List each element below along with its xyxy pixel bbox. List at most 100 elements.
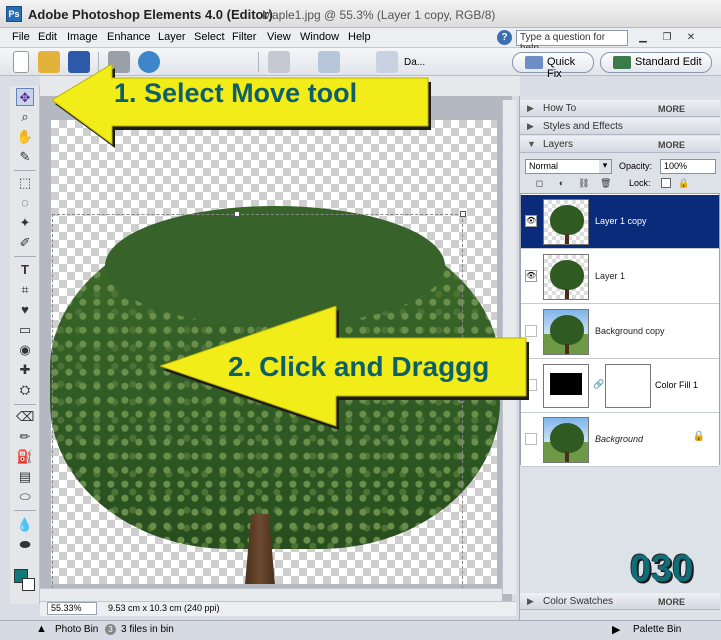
expand-arrow-icon[interactable]: ▶ bbox=[527, 121, 534, 132]
cookie-cutter-tool-icon[interactable]: ♥ bbox=[16, 301, 34, 319]
eyedropper-tool-icon[interactable]: ✎ bbox=[16, 148, 34, 166]
brush-tool-icon[interactable]: ✏ bbox=[16, 428, 34, 446]
tree-thumbnail-trunk bbox=[565, 289, 569, 299]
lock-label: Lock: bbox=[629, 178, 651, 188]
sponge-tool-icon[interactable]: ⬬ bbox=[16, 536, 34, 554]
help-icon[interactable]: ? bbox=[497, 30, 512, 45]
selection-brush-tool-icon[interactable]: ✐ bbox=[16, 234, 34, 252]
document-size-info: 9.53 cm x 10.3 cm (240 ppi) bbox=[108, 603, 220, 613]
layer-name: Background copy bbox=[595, 326, 665, 336]
layer-row[interactable]: 👁 Layer 1 bbox=[521, 250, 719, 304]
layer-thumbnail bbox=[543, 417, 589, 463]
layer-mask-link-icon[interactable]: 🔗 bbox=[593, 379, 604, 390]
magic-wand-tool-icon[interactable]: ✦ bbox=[16, 214, 34, 232]
color-swatches-more-button[interactable]: MORE bbox=[658, 597, 685, 607]
menu-window[interactable]: Window bbox=[300, 31, 339, 43]
photo-bin-toggle-icon[interactable]: ▲ bbox=[36, 623, 47, 635]
tutorial-number: 030 bbox=[630, 548, 694, 590]
background-color-swatch[interactable] bbox=[22, 578, 35, 591]
app-icon: Ps bbox=[6, 6, 22, 22]
menu-layer[interactable]: Layer bbox=[158, 31, 186, 43]
files-count-icon: 3 bbox=[105, 624, 116, 635]
toolbox-divider bbox=[14, 404, 36, 405]
layer-row[interactable]: 👁 Layer 1 copy bbox=[521, 195, 719, 249]
lasso-tool-icon[interactable]: ◌ bbox=[16, 194, 34, 212]
zoom-tool-icon[interactable]: ⌕ bbox=[16, 108, 34, 126]
layer-thumbnail bbox=[543, 254, 589, 300]
red-eye-tool-icon[interactable]: ◉ bbox=[16, 341, 34, 359]
clone-stamp-tool-icon[interactable]: ⛭ bbox=[16, 381, 34, 399]
visibility-eye-icon[interactable]: 👁 bbox=[525, 215, 537, 227]
new-layer-icon[interactable]: ◻ bbox=[534, 178, 545, 189]
menu-enhance[interactable]: Enhance bbox=[107, 31, 150, 43]
how-to-more-button[interactable]: MORE bbox=[658, 104, 685, 114]
paint-bucket-tool-icon[interactable]: ⛽ bbox=[16, 448, 34, 466]
restore-icon[interactable]: ❐ bbox=[660, 31, 674, 45]
expand-arrow-icon[interactable]: ▶ bbox=[527, 103, 534, 114]
menu-file[interactable]: File bbox=[12, 31, 30, 43]
shape-tool-icon[interactable]: ⬭ bbox=[16, 488, 34, 506]
blur-tool-icon[interactable]: 💧 bbox=[16, 516, 34, 534]
blend-mode-select[interactable]: Normal bbox=[525, 159, 612, 174]
visibility-off-icon[interactable] bbox=[525, 433, 537, 445]
new-file-icon[interactable] bbox=[13, 51, 29, 73]
standard-edit-button[interactable]: Standard Edit bbox=[600, 52, 712, 73]
quick-fix-icon bbox=[525, 56, 543, 69]
layer-row[interactable]: Background copy bbox=[521, 305, 719, 359]
layer-row[interactable]: 🔗 Color Fill 1 bbox=[521, 359, 719, 413]
menu-view[interactable]: View bbox=[267, 31, 291, 43]
adjustment-layer-icon[interactable]: ◐ bbox=[556, 178, 567, 189]
minimize-icon[interactable]: ▁ bbox=[636, 31, 650, 45]
step1-text: 1. Select Move tool bbox=[114, 78, 358, 108]
menu-image[interactable]: Image bbox=[67, 31, 98, 43]
tree-thumbnail-crown bbox=[550, 205, 584, 235]
help-search-input[interactable]: Type a question for help bbox=[516, 30, 628, 54]
palette-bin-toggle-icon[interactable]: ▶ bbox=[612, 623, 620, 636]
palette-bin-label[interactable]: Palette Bin bbox=[633, 624, 681, 635]
eraser-tool-icon[interactable]: ⌫ bbox=[16, 408, 34, 426]
menu-help[interactable]: Help bbox=[348, 31, 371, 43]
layers-more-button[interactable]: MORE bbox=[658, 140, 685, 150]
fill-color-preview bbox=[550, 373, 582, 395]
document-title: Maple1.jpg @ 55.3% (Layer 1 copy, RGB/8) bbox=[262, 8, 496, 22]
photo-bin-label[interactable]: Photo Bin bbox=[55, 624, 98, 635]
visibility-eye-icon[interactable]: 👁 bbox=[525, 270, 537, 282]
layer-lock-icon: 🔒 bbox=[692, 431, 705, 442]
layer-thumbnail bbox=[543, 199, 589, 245]
menu-edit[interactable]: Edit bbox=[38, 31, 57, 43]
step2-text: 2. Click and Draggg bbox=[228, 351, 490, 382]
quick-fix-button[interactable]: Quick Fix bbox=[512, 52, 594, 80]
crop-tool-icon[interactable]: ⌗ bbox=[16, 281, 34, 299]
opacity-input[interactable]: 100% bbox=[660, 159, 716, 174]
transform-handle[interactable] bbox=[234, 211, 240, 217]
delete-layer-icon[interactable]: 🗑 bbox=[600, 178, 611, 189]
lock-transparency-checkbox[interactable] bbox=[661, 178, 671, 188]
transform-handle[interactable] bbox=[460, 211, 466, 217]
layer-name: Layer 1 copy bbox=[595, 216, 647, 226]
type-tool-icon[interactable]: T bbox=[16, 261, 34, 279]
app-title: Adobe Photoshop Elements 4.0 (Editor) bbox=[28, 7, 273, 22]
marquee-tool-icon[interactable]: ⬚ bbox=[16, 174, 34, 192]
collapse-arrow-icon[interactable]: ▼ bbox=[527, 139, 536, 149]
move-tool-icon[interactable]: ✥ bbox=[16, 88, 34, 106]
horizontal-scrollbar[interactable] bbox=[40, 588, 502, 601]
link-layers-icon[interactable]: ⛓ bbox=[578, 178, 589, 189]
healing-brush-tool-icon[interactable]: ✚ bbox=[16, 361, 34, 379]
tree-thumbnail-trunk bbox=[565, 234, 569, 244]
tree-thumbnail-crown bbox=[550, 315, 584, 345]
menu-select[interactable]: Select bbox=[194, 31, 225, 43]
layer-name: Color Fill 1 bbox=[655, 380, 699, 390]
title-bar: Ps Adobe Photoshop Elements 4.0 (Editor)… bbox=[0, 0, 721, 28]
close-icon[interactable]: ✕ bbox=[684, 31, 698, 45]
hand-tool-icon[interactable]: ✋ bbox=[16, 128, 34, 146]
callout-select-move-tool: 1. Select Move tool bbox=[51, 63, 432, 150]
layer-row[interactable]: Background 🔒 bbox=[521, 413, 719, 467]
layers-title: Layers bbox=[543, 139, 574, 150]
gradient-tool-icon[interactable]: ▤ bbox=[16, 468, 34, 486]
menu-filter[interactable]: Filter bbox=[232, 31, 256, 43]
zoom-level-field[interactable]: 55.33% bbox=[47, 602, 97, 615]
lock-all-icon[interactable]: 🔒 bbox=[678, 178, 689, 189]
straighten-tool-icon[interactable]: ▭ bbox=[16, 321, 34, 339]
tree-thumbnail-crown bbox=[550, 260, 584, 290]
expand-arrow-icon[interactable]: ▶ bbox=[527, 596, 534, 607]
